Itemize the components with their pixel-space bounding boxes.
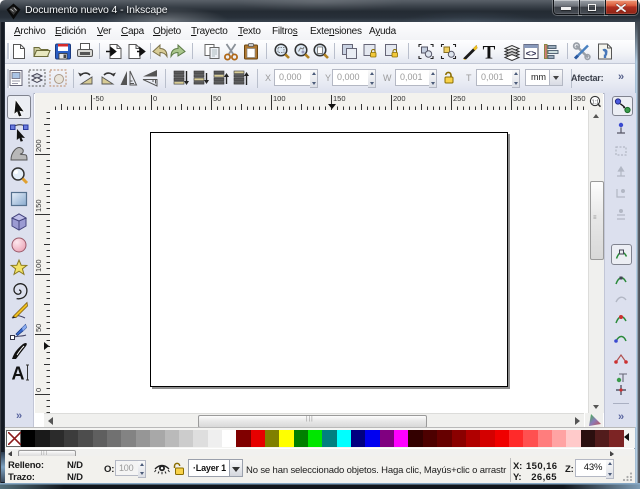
svg-text:A: A [12,364,25,384]
svg-text:0: 0 [35,388,43,392]
svg-text:T: T [483,43,496,64]
svg-text:100: 100 [273,94,286,103]
svg-text:1:1: 1:1 [592,99,600,105]
svg-text:0: 0 [153,94,157,103]
svg-text:350: 350 [573,94,586,103]
svg-text:200: 200 [35,139,43,152]
svg-text:250: 250 [453,94,466,103]
svg-text:-50: -50 [93,94,104,103]
svg-text:50: 50 [35,324,43,332]
svg-text:300: 300 [513,94,526,103]
svg-text:100: 100 [35,259,43,272]
svg-text:200: 200 [393,94,406,103]
svg-text:150: 150 [35,199,43,212]
svg-text:50: 50 [213,94,221,103]
svg-text:<>: <> [526,50,537,60]
svg-text:150: 150 [333,94,346,103]
